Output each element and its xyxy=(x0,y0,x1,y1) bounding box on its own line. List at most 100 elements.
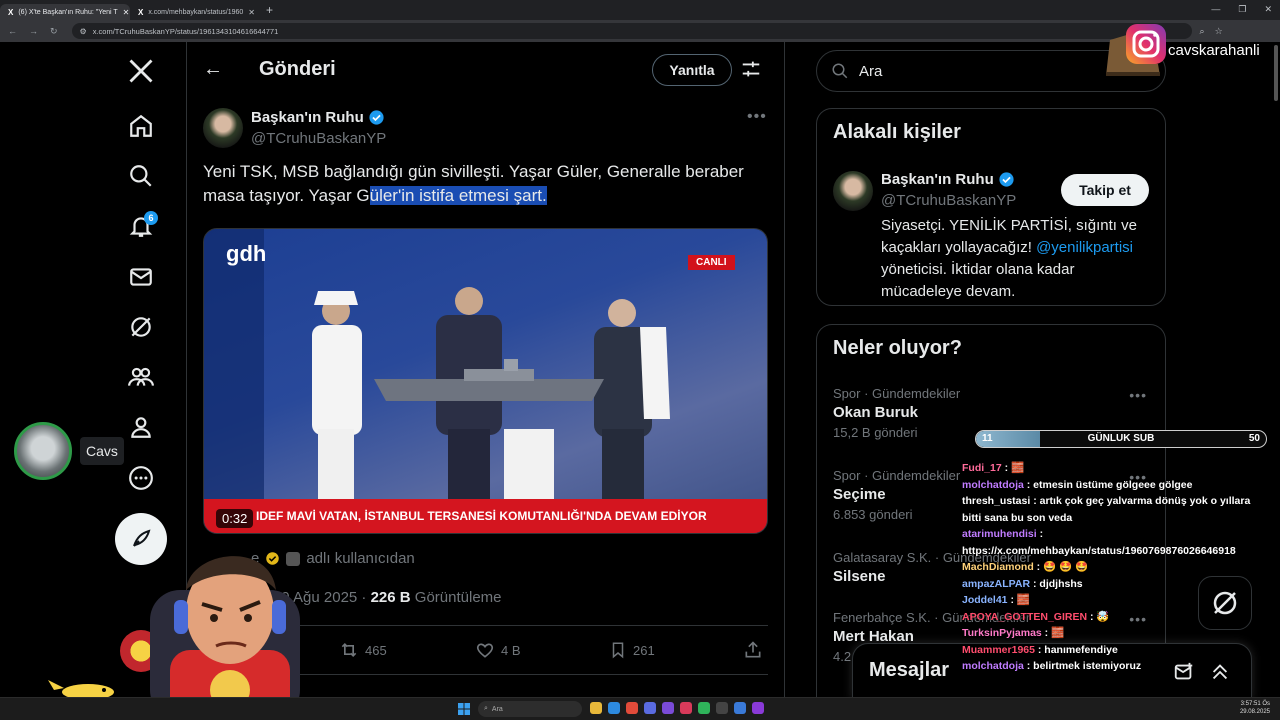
retweet-button[interactable]: 465 xyxy=(339,640,387,660)
chat-message: thresh_ustasi : artık çok geç yalvarma d… xyxy=(962,493,1268,526)
notifications-icon[interactable]: 6 xyxy=(124,209,158,243)
file-explorer-icon[interactable] xyxy=(590,702,602,714)
bookmark-button[interactable]: 261 xyxy=(609,640,655,660)
close-icon[interactable]: ✕ xyxy=(248,8,255,17)
trend-item[interactable]: Spor · Gündemdekiler Seçime 6.853 gönder… xyxy=(833,468,960,522)
related-name[interactable]: Başkan'ın Ruhu xyxy=(881,171,1015,188)
grok-icon[interactable] xyxy=(124,310,158,344)
trend-name: Okan Buruk xyxy=(833,404,919,421)
author-avatar[interactable] xyxy=(203,108,243,148)
app-icon[interactable] xyxy=(680,702,692,714)
trend-item[interactable]: Spor · Gündemdekiler Okan Buruk 15,2 B g… xyxy=(833,386,960,440)
chrome-icon[interactable] xyxy=(626,702,638,714)
communities-icon[interactable] xyxy=(124,360,158,394)
tweet-video[interactable]: gdh CANLI IDEF MAVİ VATAN, İSTANBUL TERS… xyxy=(203,228,768,534)
bio-link[interactable]: @yenilikpartisi xyxy=(1036,239,1133,256)
chat-username: TurksinPyjamas xyxy=(962,627,1042,639)
maximize-icon[interactable]: ❐ xyxy=(1238,4,1246,15)
trend-more-icon[interactable]: ••• xyxy=(1129,387,1147,403)
trend-count: 6.853 gönderi xyxy=(833,507,913,522)
author-name[interactable]: Başkan'ın Ruhu xyxy=(251,109,385,126)
related-handle[interactable]: @TCruhuBaskanYP xyxy=(881,192,1016,209)
x-logo-icon: X xyxy=(8,7,14,17)
notifications-badge: 6 xyxy=(144,211,158,225)
more-options-icon[interactable]: ••• xyxy=(747,108,767,126)
back-arrow-icon[interactable]: ← xyxy=(203,58,223,81)
retweet-icon xyxy=(341,642,357,658)
follow-button[interactable]: Takip et xyxy=(1061,174,1149,206)
chat-text: : 🧱 xyxy=(1001,462,1025,474)
post-header: ← Gönderi Yanıtla xyxy=(187,42,784,96)
related-people-card: Alakalı kişiler Başkan'ın Ruhu @TCruhuBa… xyxy=(816,108,1166,306)
close-icon[interactable]: ✕ xyxy=(123,8,130,17)
site-info-icon[interactable]: ⚙ xyxy=(80,27,87,36)
window-close-icon[interactable]: ✕ xyxy=(1264,4,1272,15)
like-button[interactable]: 4 B xyxy=(475,640,521,660)
minimize-icon[interactable]: — xyxy=(1211,4,1220,15)
related-name-text: Başkan'ın Ruhu xyxy=(881,171,994,188)
search-icon[interactable] xyxy=(124,159,158,193)
chat-message: ampazALPAR : djdjhshs xyxy=(962,576,1268,593)
retweet-count: 465 xyxy=(365,642,387,658)
share-icon xyxy=(745,641,761,658)
chat-message: APOYA_GOTTEN_GIREN : 🤯 xyxy=(962,609,1268,626)
chat-message: molchatdoja : etmesin üstüme gölgeee göl… xyxy=(962,477,1268,494)
video-frame xyxy=(204,229,670,499)
heart-icon xyxy=(476,643,494,658)
windows-start-icon[interactable] xyxy=(458,703,470,715)
chat-message: Fudi_17 : 🧱 xyxy=(962,460,1268,477)
attribution-text: adlı kullanıcıdan xyxy=(306,550,415,567)
divider xyxy=(784,42,785,720)
browser-tabbar: X (6) X'te Başkan'ın Ruhu: "Yeni T ✕ X x… xyxy=(0,0,1280,20)
home-icon[interactable] xyxy=(124,109,158,143)
chat-message: Muammer1965 : hanımefendiye xyxy=(962,642,1268,659)
clock-date: 29.08.2025 xyxy=(1239,709,1270,715)
live-badge: CANLI xyxy=(688,255,735,270)
discord-icon[interactable] xyxy=(644,702,656,714)
browser-tab-1[interactable]: X (6) X'te Başkan'ın Ruhu: "Yeni T ✕ xyxy=(0,4,130,20)
scrollbar[interactable] xyxy=(1274,45,1278,101)
chat-message: atarimuhendisi : https://x.com/mehbaykan… xyxy=(962,526,1268,559)
spotify-icon[interactable] xyxy=(698,702,710,714)
chat-username: Fudi_17 xyxy=(962,462,1002,474)
trends-title: Neler oluyor? xyxy=(833,337,962,359)
channel-logo: gdh xyxy=(226,241,267,266)
new-tab-icon[interactable]: + xyxy=(266,3,273,17)
url-field[interactable]: ⚙ x.com/TCruhuBaskanYP/status/1961343104… xyxy=(71,23,1192,39)
stream-chat: Fudi_17 : 🧱 molchatdoja : etmesin üstüme … xyxy=(962,460,1268,675)
forward-icon[interactable]: → xyxy=(29,26,38,37)
taskbar-search[interactable]: ⌕ Ara xyxy=(478,701,582,717)
tab-title: x.com/mehbaykan/status/1960 xyxy=(148,8,244,16)
reload-icon[interactable]: ↻ xyxy=(50,26,58,37)
author-name-text: Başkan'ın Ruhu xyxy=(251,109,364,126)
more-icon[interactable] xyxy=(124,461,158,495)
chat-username: APOYA_GOTTEN_GIREN xyxy=(962,610,1088,623)
profile-icon[interactable] xyxy=(124,410,158,444)
video-timestamp: 0:32 xyxy=(216,509,254,528)
author-handle[interactable]: @TCruhuBaskanYP xyxy=(251,130,386,147)
app-icon[interactable] xyxy=(752,702,764,714)
x-logo-icon[interactable] xyxy=(124,54,158,88)
reply-button[interactable]: Yanıtla xyxy=(652,54,732,86)
page-title: Gönderi xyxy=(259,58,336,80)
taskbar-clock[interactable]: 3:57:51 Ös 29.08.2025 xyxy=(1240,700,1270,716)
obs-icon[interactable] xyxy=(716,702,728,714)
related-avatar[interactable] xyxy=(833,171,873,211)
trend-category: Spor · Gündemdekiler xyxy=(833,468,961,483)
app-icon[interactable] xyxy=(662,702,674,714)
sub-goal-bar: 11 GÜNLUK SUB 50 xyxy=(975,430,1267,448)
back-icon[interactable]: ← xyxy=(8,26,17,37)
mail-icon[interactable] xyxy=(124,260,158,294)
share-button[interactable] xyxy=(743,640,763,660)
chat-text: : 🧱 xyxy=(1041,627,1065,639)
trend-name: Seçime xyxy=(833,486,886,503)
chat-username: Joddel41 xyxy=(962,594,1008,606)
chat-username: atarimuhendisi xyxy=(962,528,1037,540)
filter-icon[interactable] xyxy=(740,58,762,80)
edge-icon[interactable] xyxy=(608,702,620,714)
app-icon[interactable] xyxy=(734,702,746,714)
browser-tab-2[interactable]: X x.com/mehbaykan/status/1960 ✕ xyxy=(130,4,260,20)
views-count: 226 B xyxy=(370,589,411,606)
trend-count: 15,2 B gönderi xyxy=(833,425,918,440)
instagram-username: cavskarahanli xyxy=(1168,42,1260,59)
